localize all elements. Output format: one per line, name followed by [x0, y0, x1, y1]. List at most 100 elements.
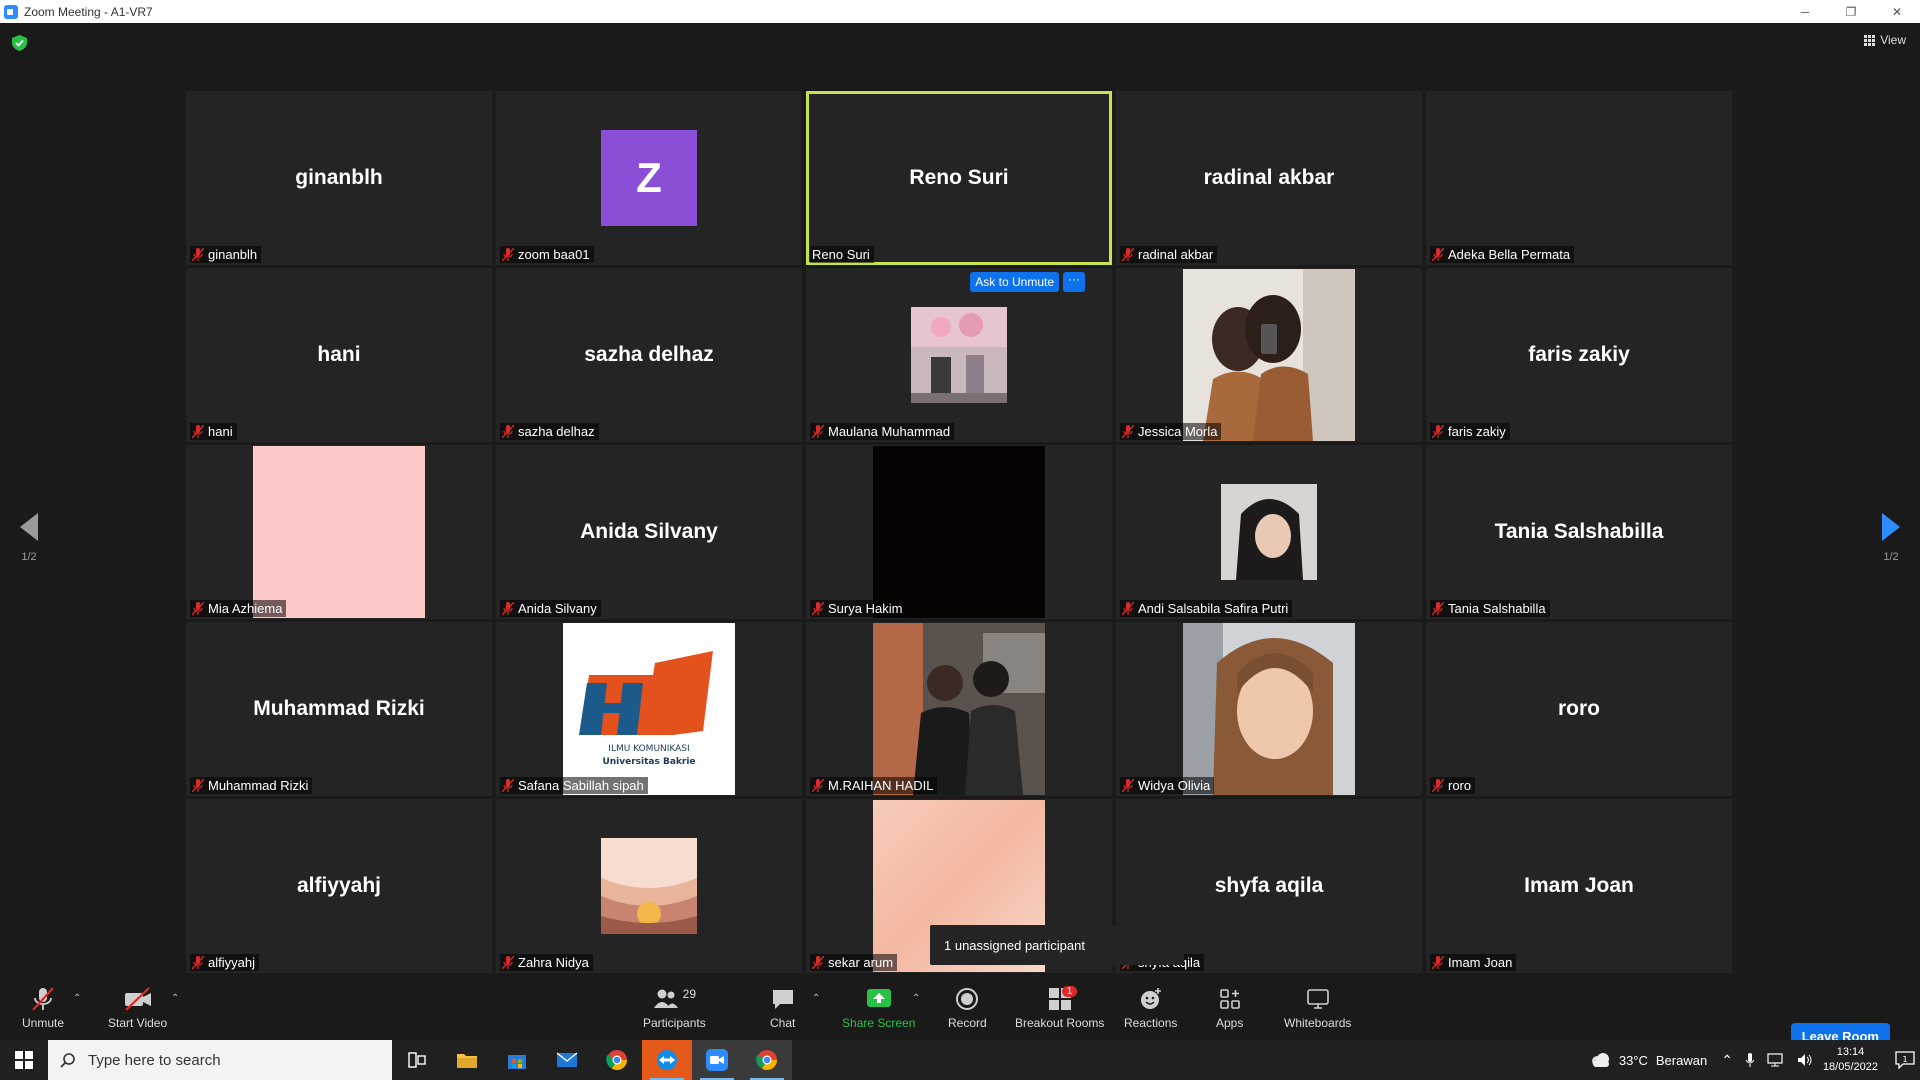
smiley-plus-icon [1140, 988, 1161, 1009]
video-tile[interactable]: sazha delhaz sazha delhaz [496, 268, 802, 442]
mic-muted-icon [1122, 425, 1134, 438]
video-tile[interactable]: M.RAIHAN HADIL [806, 622, 1112, 796]
profile-photo [1221, 484, 1317, 580]
video-tile[interactable]: Surya Hakim [806, 445, 1112, 619]
video-tile[interactable]: Ask to Unmute ··· Maulana Muhammad [806, 268, 1112, 442]
weather-widget[interactable]: 33°C Berawan [1589, 1052, 1707, 1068]
video-tile[interactable]: roro roro [1426, 622, 1732, 796]
restore-button[interactable]: ❐ [1828, 0, 1874, 23]
chat-options-caret[interactable]: ⌃ [812, 993, 820, 1004]
folder-icon [457, 1054, 477, 1068]
video-tile[interactable]: alfiyyahj alfiyyahj [186, 799, 492, 973]
taskbar-search-box[interactable]: Type here to search [48, 1040, 392, 1080]
video-tile-active-speaker[interactable]: Reno Suri Reno Suri [806, 91, 1112, 265]
record-button[interactable]: Record [948, 986, 987, 1030]
meeting-area: View 1/2 1/2 ginanblh ginanblh Z zoom ba… [0, 23, 1920, 1063]
start-button[interactable] [0, 1040, 48, 1080]
video-tile[interactable]: ILMU KOMUNIKASI Universitas Bakrie Safan… [496, 622, 802, 796]
window-titlebar: Zoom Meeting - A1-VR7 ─ ❐ ✕ [0, 0, 1920, 23]
participant-name-label: sekar arum [810, 954, 898, 971]
participant-display-name: Muhammad Rizki [253, 697, 425, 720]
audio-options-caret[interactable]: ⌃ [73, 993, 81, 1004]
taskbar-mail[interactable] [542, 1040, 592, 1080]
participant-display-name: Anida Silvany [580, 520, 718, 543]
svg-text:Universitas Bakrie: Universitas Bakrie [602, 757, 695, 767]
video-tile[interactable]: Adeka Bella Permata [1426, 91, 1732, 265]
video-tile[interactable]: Widya Olivia [1116, 622, 1422, 796]
profile-photo [873, 623, 1045, 795]
unassigned-participant-tooltip[interactable]: 1 unassigned participant [930, 925, 1184, 965]
apps-button[interactable]: Apps [1216, 986, 1243, 1030]
video-tile[interactable]: Zahra Nidya [496, 799, 802, 973]
video-tile[interactable]: Z zoom baa01 [496, 91, 802, 265]
video-tile[interactable]: Anida Silvany Anida Silvany [496, 445, 802, 619]
window-title: Zoom Meeting - A1-VR7 [24, 4, 153, 19]
video-tile[interactable]: Andi Salsabila Safira Putri [1116, 445, 1422, 619]
notification-icon: 1 [1895, 1051, 1915, 1069]
video-tile[interactable]: Muhammad Rizki Muhammad Rizki [186, 622, 492, 796]
start-video-button[interactable]: Start Video [108, 986, 167, 1030]
previous-page-button[interactable]: 1/2 [14, 513, 44, 563]
search-icon [60, 1053, 75, 1068]
close-button[interactable]: ✕ [1874, 0, 1920, 23]
taskbar-teamviewer[interactable] [642, 1040, 692, 1080]
participant-display-name: shyfa aqila [1214, 874, 1324, 897]
video-tile[interactable]: Tania Salshabilla Tania Salshabilla [1426, 445, 1732, 619]
chrome-icon [606, 1050, 627, 1070]
chevron-up-icon[interactable]: ⌃ [1721, 1052, 1733, 1069]
taskbar-chrome-window[interactable] [742, 1040, 792, 1080]
ask-to-unmute-group: Ask to Unmute ··· [970, 272, 1085, 292]
university-logo: ILMU KOMUNIKASI Universitas Bakrie [563, 623, 735, 795]
microphone-icon[interactable] [1745, 1052, 1755, 1068]
mic-muted-icon [1432, 779, 1444, 792]
security-shield-icon[interactable] [12, 35, 27, 51]
participant-name-label: hani [190, 423, 237, 440]
share-screen-icon [866, 989, 891, 1007]
video-tile[interactable]: hani hani [186, 268, 492, 442]
participant-display-name: ginanblh [295, 166, 383, 189]
share-options-caret[interactable]: ⌃ [912, 993, 920, 1004]
minimize-button[interactable]: ─ [1782, 0, 1828, 23]
video-tile[interactable]: Mia Azhiema [186, 445, 492, 619]
more-options-button[interactable]: ··· [1063, 272, 1085, 292]
video-tile[interactable]: radinal akbar radinal akbar [1116, 91, 1422, 265]
store-bag-icon [508, 1055, 526, 1069]
taskbar-chrome[interactable] [592, 1040, 642, 1080]
video-tile[interactable]: Imam Joan Imam Joan [1426, 799, 1732, 973]
notification-center-button[interactable]: 1 [1890, 1051, 1920, 1069]
apps-icon [1219, 989, 1240, 1009]
participant-display-name: sazha delhaz [584, 343, 714, 366]
ask-to-unmute-button[interactable]: Ask to Unmute [970, 272, 1059, 292]
taskbar-file-explorer[interactable] [442, 1040, 492, 1080]
video-tile[interactable]: faris zakiy faris zakiy [1426, 268, 1732, 442]
mic-muted-icon [1122, 248, 1134, 261]
participant-display-name: alfiyyahj [296, 874, 382, 897]
reactions-button[interactable]: Reactions [1124, 986, 1177, 1030]
participant-name-label: faris zakiy [1430, 423, 1510, 440]
video-tile[interactable]: Jessica Morla [1116, 268, 1422, 442]
mic-muted-icon [192, 956, 204, 969]
mic-muted-icon [812, 779, 824, 792]
chrome-icon [756, 1050, 777, 1070]
speaker-icon[interactable] [1797, 1053, 1813, 1067]
whiteboards-button[interactable]: Whiteboards [1284, 986, 1351, 1030]
mic-muted-icon [192, 779, 204, 792]
video-tile[interactable]: ginanblh ginanblh [186, 91, 492, 265]
taskbar-zoom[interactable] [692, 1040, 742, 1080]
breakout-rooms-button[interactable]: 1 Breakout Rooms [1015, 986, 1104, 1030]
whiteboard-icon [1306, 989, 1329, 1009]
video-off-icon [124, 987, 151, 1011]
task-view-button[interactable] [392, 1040, 442, 1080]
view-button[interactable]: View [1864, 33, 1906, 47]
next-page-button[interactable]: 1/2 [1876, 513, 1906, 563]
windows-logo-icon [15, 1051, 33, 1069]
unmute-button[interactable]: Unmute [22, 986, 64, 1030]
chat-button[interactable]: Chat [770, 986, 795, 1030]
taskbar-store[interactable] [492, 1040, 542, 1080]
network-icon[interactable] [1767, 1053, 1785, 1067]
participants-button[interactable]: 29 Participants [643, 986, 706, 1030]
system-clock[interactable]: 13:14 18/05/2022 [1823, 1045, 1878, 1075]
share-screen-button[interactable]: Share Screen [842, 986, 915, 1030]
svg-text:1: 1 [1902, 1055, 1907, 1064]
video-options-caret[interactable]: ⌃ [171, 993, 179, 1004]
